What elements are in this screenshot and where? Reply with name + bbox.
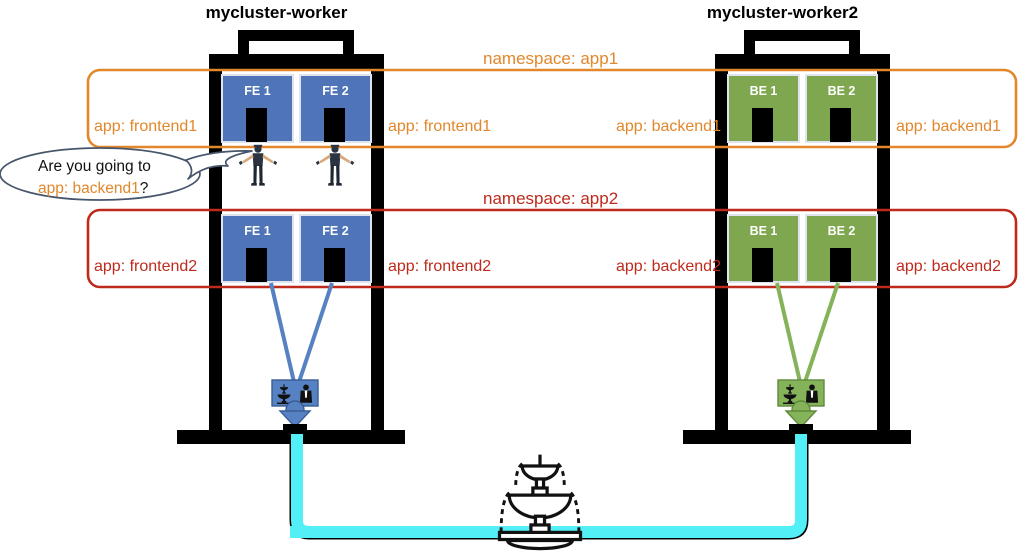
pod-label-fe2-app1: FE 2 <box>322 84 349 98</box>
app-label-backend2-outer: app: backend2 <box>896 258 1001 275</box>
worker-title-left: mycluster-worker <box>205 3 348 22</box>
service-icon-left[interactable] <box>271 379 319 429</box>
service-links-left <box>269 282 334 383</box>
fountain-icon <box>497 454 583 551</box>
pod-label-fe1-app1: FE 1 <box>244 84 271 98</box>
app-label-frontend2-inner: app: frontend2 <box>388 258 492 275</box>
speech-bubble-line1: Are you going to <box>38 158 151 175</box>
pipe-stub-right <box>789 424 813 434</box>
app-label-backend2-inner: app: backend2 <box>616 258 721 275</box>
pod-label-be2-app2: BE 2 <box>827 224 856 238</box>
speech-bubble-line2: app: backend1? <box>38 180 148 198</box>
diagram-svg <box>0 30 1018 551</box>
speech-bubble-highlight: app: backend1 <box>38 180 140 197</box>
pod-label-fe2-app2: FE 2 <box>322 224 349 238</box>
service-icon-right[interactable] <box>777 379 825 429</box>
pod-label-be1-app2: BE 1 <box>749 224 778 238</box>
app-label-backend1-inner: app: backend1 <box>616 118 721 135</box>
network-pipe <box>289 433 809 540</box>
service-links-right <box>775 282 840 383</box>
pod-label-be1-app1: BE 1 <box>749 84 778 98</box>
app-label-backend1-outer: app: backend1 <box>896 118 1001 135</box>
namespace-label-app2: namespace: app2 <box>483 189 619 208</box>
app-label-frontend2-outer: app: frontend2 <box>94 258 198 275</box>
namespace-label-app1: namespace: app1 <box>483 49 619 68</box>
worker-title-right: mycluster-worker2 <box>706 3 859 22</box>
pod-label-fe1-app2: FE 1 <box>244 224 271 238</box>
app-label-frontend1-inner: app: frontend1 <box>388 118 492 135</box>
person-icon-right <box>315 144 355 186</box>
speech-bubble-suffix: ? <box>139 180 149 197</box>
pod-label-be2-app1: BE 2 <box>827 84 856 98</box>
pipe-stub-left <box>283 424 307 434</box>
app-label-frontend1-outer: app: frontend1 <box>94 118 198 135</box>
diagram-canvas: mycluster-worker mycluster-worker2 names… <box>0 0 1024 552</box>
